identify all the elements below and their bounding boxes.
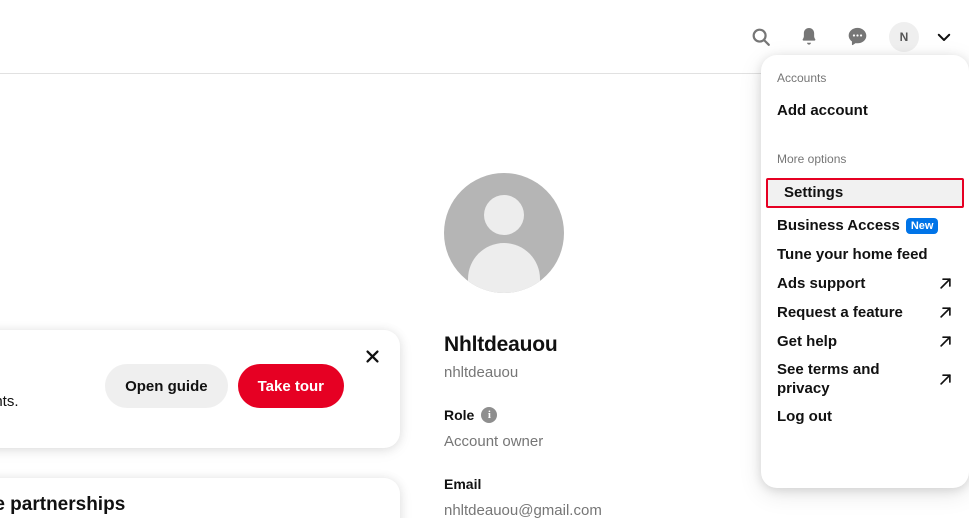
- menu-item-settings[interactable]: Settings: [766, 178, 964, 209]
- guide-card-text: unts.: [0, 393, 19, 410]
- menu-item-main: Business Access New: [777, 216, 939, 235]
- menu-item-label: Business Access: [777, 216, 900, 234]
- more-options-section-label: More options: [777, 152, 847, 166]
- info-icon[interactable]: i: [481, 407, 498, 423]
- menu-item-ads-support[interactable]: Ads support: [761, 269, 969, 298]
- external-link-icon: [938, 372, 953, 387]
- menu-item-log-out[interactable]: Log out: [761, 403, 969, 432]
- avatar[interactable]: N: [889, 21, 919, 52]
- profile-handle: nhltdeauou: [444, 364, 519, 381]
- profile-avatar: [444, 173, 564, 293]
- external-link-icon: [938, 276, 953, 291]
- role-field: Role i Account owner: [444, 407, 704, 450]
- role-value: Account owner: [444, 433, 544, 450]
- menu-item-label: Get help: [777, 332, 838, 350]
- menu-item-label: Log out: [777, 408, 832, 426]
- profile-summary: Nhltdeauou nhltdeauou Role i Account own…: [444, 173, 704, 518]
- guide-card-buttons: Open guide Take tour: [105, 364, 344, 408]
- messages-icon[interactable]: [835, 15, 879, 59]
- partnerships-card: te partnerships: [0, 478, 400, 518]
- menu-item-business-access[interactable]: Business Access New: [761, 211, 969, 240]
- menu-item-label: Ads support: [777, 274, 866, 292]
- menu-item-tune-home-feed[interactable]: Tune your home feed: [761, 240, 969, 269]
- role-label-row: Role i: [444, 407, 704, 423]
- onboarding-guide-card: unts. Open guide Take tour: [0, 330, 400, 448]
- email-label: Email: [444, 476, 482, 492]
- close-icon[interactable]: [358, 342, 386, 370]
- menu-item-label: Tune your home feed: [777, 245, 928, 263]
- menu-item-get-help[interactable]: Get help: [761, 327, 969, 356]
- email-value: nhltdeauou@gmail.com: [444, 502, 602, 518]
- external-link-icon: [938, 305, 953, 320]
- partnerships-card-title: te partnerships: [0, 494, 126, 515]
- role-label: Role: [444, 407, 475, 423]
- email-label-row: Email: [444, 476, 704, 492]
- take-tour-button[interactable]: Take tour: [237, 364, 344, 408]
- menu-item-label: Request a feature: [777, 303, 903, 321]
- bell-icon[interactable]: [787, 15, 831, 59]
- account-dropdown-menu: Accounts Add account More options Settin…: [761, 55, 969, 488]
- avatar-head-shape: [484, 195, 524, 235]
- profile-name: Nhltdeauou: [444, 333, 558, 356]
- avatar-body-shape: [468, 243, 540, 293]
- accounts-section-label: Accounts: [777, 71, 827, 85]
- avatar-initial: N: [899, 29, 909, 44]
- new-badge: New: [905, 217, 939, 234]
- app-root: N Nhltdeauou nhltdeauou Role i Account o…: [0, 0, 969, 518]
- menu-item-add-account[interactable]: Add account: [761, 97, 969, 126]
- menu-item-see-terms-and-privacy[interactable]: See terms and privacy: [761, 356, 969, 403]
- menu-item-label: Settings: [784, 184, 844, 201]
- email-field: Email nhltdeauou@gmail.com: [444, 476, 704, 518]
- menu-item-request-a-feature[interactable]: Request a feature: [761, 298, 969, 327]
- open-guide-button[interactable]: Open guide: [105, 364, 228, 408]
- menu-item-label: Add account: [777, 102, 868, 120]
- menu-item-label: See terms and privacy: [777, 361, 880, 397]
- external-link-icon: [938, 334, 953, 349]
- chevron-down-icon[interactable]: [927, 20, 961, 54]
- search-icon[interactable]: [739, 15, 783, 59]
